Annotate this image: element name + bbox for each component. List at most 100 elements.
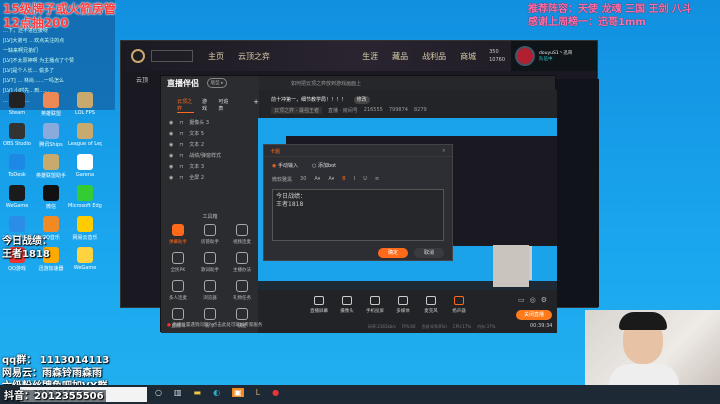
lock-icon[interactable]: ⊓ — [179, 164, 183, 170]
control-item[interactable]: 麦克风 — [418, 296, 444, 314]
desktop-icon[interactable]: 网易云音乐 — [68, 216, 102, 247]
tab-chase[interactable]: 可追表 — [218, 98, 231, 113]
tool-item[interactable]: 浏览器 — [194, 280, 226, 308]
edge-icon[interactable]: ◐ — [213, 388, 220, 397]
cancel-button[interactable]: 取消 — [414, 248, 444, 258]
nav-loot[interactable]: 战利品 — [422, 51, 446, 62]
text-input[interactable]: 今日战绩： 王者1818 — [272, 189, 444, 241]
tool-label: 房管助手 — [201, 240, 219, 245]
app-icon — [9, 154, 25, 170]
tab-game[interactable]: 游戏 — [202, 98, 210, 113]
radio-manual[interactable]: ◉ 手动输入 — [272, 162, 298, 169]
category-badge[interactable]: 云顶之弈 - 最强王者 — [271, 107, 322, 114]
icon-label: 网易云音乐 — [72, 235, 98, 241]
stream-title: 前十冲第一，细节教学局！！！！ — [271, 97, 347, 103]
netease-music-icon[interactable]: ● — [272, 388, 279, 397]
help-alert[interactable]: ● 直播设置遇到问题？点击此处可取加专家服务 — [167, 322, 262, 328]
eye-icon[interactable]: ◉ — [169, 153, 173, 159]
tool-item[interactable]: 房管助手 — [194, 224, 226, 252]
desktop-icon[interactable]: Steam — [0, 92, 34, 123]
gear-icon[interactable]: ⚙ — [541, 296, 547, 304]
record-icon[interactable]: ▭ — [518, 296, 525, 304]
play-button[interactable] — [151, 50, 193, 62]
lock-icon[interactable]: ⊓ — [179, 120, 183, 126]
layer-item[interactable]: ◉ ⊓ 文本 5 — [161, 128, 259, 139]
app-icon — [43, 92, 59, 108]
desktop-icon[interactable]: OBS Studio — [0, 123, 34, 154]
nav-home[interactable]: 主页 — [208, 51, 224, 62]
toolbox-title: 工具箱 — [202, 214, 218, 220]
desktop-icon[interactable]: WeGame — [0, 185, 34, 216]
desktop-icon[interactable]: Garena — [68, 154, 102, 185]
control-item[interactable]: 摄像头 — [334, 296, 360, 314]
desktop-icon[interactable]: 英雄联盟 — [34, 92, 68, 123]
font-select[interactable]: 微软雅黑 — [272, 176, 292, 183]
layer-item[interactable]: ◉ ⊓ 文本 3 — [161, 161, 259, 172]
radio-bot[interactable]: ○ 添加bot — [312, 162, 336, 169]
desktop-icon[interactable]: LOL FPS — [68, 92, 102, 123]
size-select[interactable]: 30 — [300, 176, 306, 183]
italic-icon[interactable]: I — [354, 176, 355, 183]
tool-item[interactable]: 弹幕助手 — [162, 224, 194, 252]
layer-item[interactable]: ◉ ⊓ 战绩/弹窗样式 — [161, 150, 259, 161]
lock-icon[interactable]: ⊓ — [179, 175, 183, 181]
target-icon[interactable]: ◎ — [530, 296, 536, 304]
eye-icon[interactable]: ◉ — [169, 175, 173, 181]
lock-icon[interactable]: ⊓ — [179, 131, 183, 137]
layer-item[interactable]: ◉ ⊓ 全屏 2 — [161, 172, 259, 183]
desktop-icon[interactable]: ToDesk — [0, 154, 34, 185]
nav-store[interactable]: 商城 — [460, 51, 476, 62]
eye-icon[interactable]: ◉ — [169, 164, 173, 170]
desktop-icon[interactable]: Microsoft Edge — [68, 185, 102, 216]
tool-item[interactable]: 礼物任务 — [226, 280, 258, 308]
layer-label: 战绩/弹窗样式 — [189, 153, 221, 159]
nav-profile[interactable]: 生涯 — [362, 51, 378, 62]
explorer-icon[interactable]: ▬ — [194, 388, 202, 397]
desktop-icon[interactable]: 英雄联盟助手 — [34, 154, 68, 185]
desktop-icon[interactable]: WeGame — [68, 247, 102, 278]
font-color-icon[interactable]: A▾ — [314, 176, 320, 183]
task-view-icon[interactable]: ▥ — [174, 388, 182, 397]
tool-item[interactable]: 主播办法 — [226, 252, 258, 280]
bg-color-icon[interactable]: A▾ — [328, 176, 334, 183]
tool-item[interactable]: 全民PK — [162, 252, 194, 280]
nav-collection[interactable]: 藏品 — [392, 51, 408, 62]
app-icon — [77, 185, 93, 201]
control-item[interactable]: 手机投屏 — [362, 296, 388, 314]
stop-stream-button[interactable]: 关闭直播 — [516, 310, 552, 320]
layer-item[interactable]: ◉ ⊓ 文本 2 — [161, 139, 259, 150]
close-icon[interactable]: × — [442, 148, 446, 154]
align-icon[interactable]: ≡ — [375, 176, 379, 183]
desktop-icon[interactable]: League of Legends — [68, 123, 102, 154]
control-item[interactable]: 扬声器 — [446, 296, 472, 314]
streamer-app-icon[interactable]: ▣ — [232, 388, 244, 397]
format-toolbar: 微软雅黑 30 A▾ A▾ B I U ≡ — [264, 174, 452, 185]
tool-item[interactable]: 多人连麦 — [162, 280, 194, 308]
avatar[interactable] — [515, 46, 535, 66]
layer-label: 摄像头 3 — [189, 120, 210, 126]
nav-tft[interactable]: 云顶之弈 — [238, 51, 270, 62]
desktop-icon[interactable]: 腾讯Ships — [34, 123, 68, 154]
version-button[interactable]: 版型 ▸ — [207, 78, 227, 88]
bold-icon[interactable]: B — [342, 176, 345, 183]
tool-item[interactable]: 歌词助手 — [194, 252, 226, 280]
eye-icon[interactable]: ◉ — [169, 120, 173, 126]
icon-label: OBS Studio — [3, 141, 31, 147]
lol-icon[interactable]: L — [256, 388, 260, 397]
desktop-icon[interactable]: 微信 — [34, 185, 68, 216]
control-item[interactable]: 多媒体 — [390, 296, 416, 314]
lock-icon[interactable]: ⊓ — [179, 142, 183, 148]
ok-button[interactable]: 确定 — [378, 248, 408, 258]
eye-icon[interactable]: ◉ — [169, 142, 173, 148]
tab-tft[interactable]: 云顶之弈 — [177, 98, 194, 113]
control-item[interactable]: 直播屏幕 — [306, 296, 332, 314]
lock-icon[interactable]: ⊓ — [179, 153, 183, 159]
eye-icon[interactable]: ◉ — [169, 131, 173, 137]
layer-item[interactable]: ◉ ⊓ 摄像头 3 — [161, 117, 259, 128]
underline-icon[interactable]: U — [363, 176, 367, 183]
tool-item[interactable]: 视频连麦 — [226, 224, 258, 252]
edit-title-button[interactable]: 修改 — [353, 96, 370, 104]
tool-label: 歌词助手 — [201, 268, 219, 273]
cortana-icon[interactable]: ○ — [155, 388, 162, 397]
notice-link[interactable]: 如何把云顶之弈放到游戏画面上 — [291, 80, 361, 87]
